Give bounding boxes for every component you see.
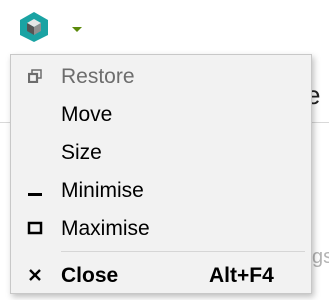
menu-separator: [61, 251, 305, 252]
app-cube-icon[interactable]: [19, 11, 49, 43]
maximise-icon: [25, 218, 45, 238]
chevron-down-icon[interactable]: [72, 27, 82, 32]
menu-item-minimise[interactable]: Minimise: [11, 171, 311, 209]
keyboard-shortcut: Alt+F4: [209, 264, 274, 287]
minimise-icon: [25, 180, 45, 200]
menu-item-close[interactable]: Close Alt+F4: [11, 256, 311, 294]
menu-item-size[interactable]: Size: [11, 133, 311, 171]
system-menu: Restore Move Size Minimise Maximise Clos…: [10, 54, 312, 294]
menu-item-move[interactable]: Move: [11, 95, 311, 133]
menu-item-label: Maximise: [61, 217, 150, 240]
menu-item-label: Move: [61, 103, 113, 126]
restore-icon: [25, 66, 45, 86]
menu-item-restore[interactable]: Restore: [11, 57, 311, 95]
close-icon: [25, 265, 45, 285]
menu-item-maximise[interactable]: Maximise: [11, 209, 311, 247]
menu-item-label: Close: [61, 264, 119, 287]
menu-item-label: Restore: [61, 65, 135, 88]
background-faded-text-fragment: gs: [312, 246, 329, 268]
menu-item-label: Minimise: [61, 179, 144, 202]
menu-item-label: Size: [61, 141, 102, 164]
